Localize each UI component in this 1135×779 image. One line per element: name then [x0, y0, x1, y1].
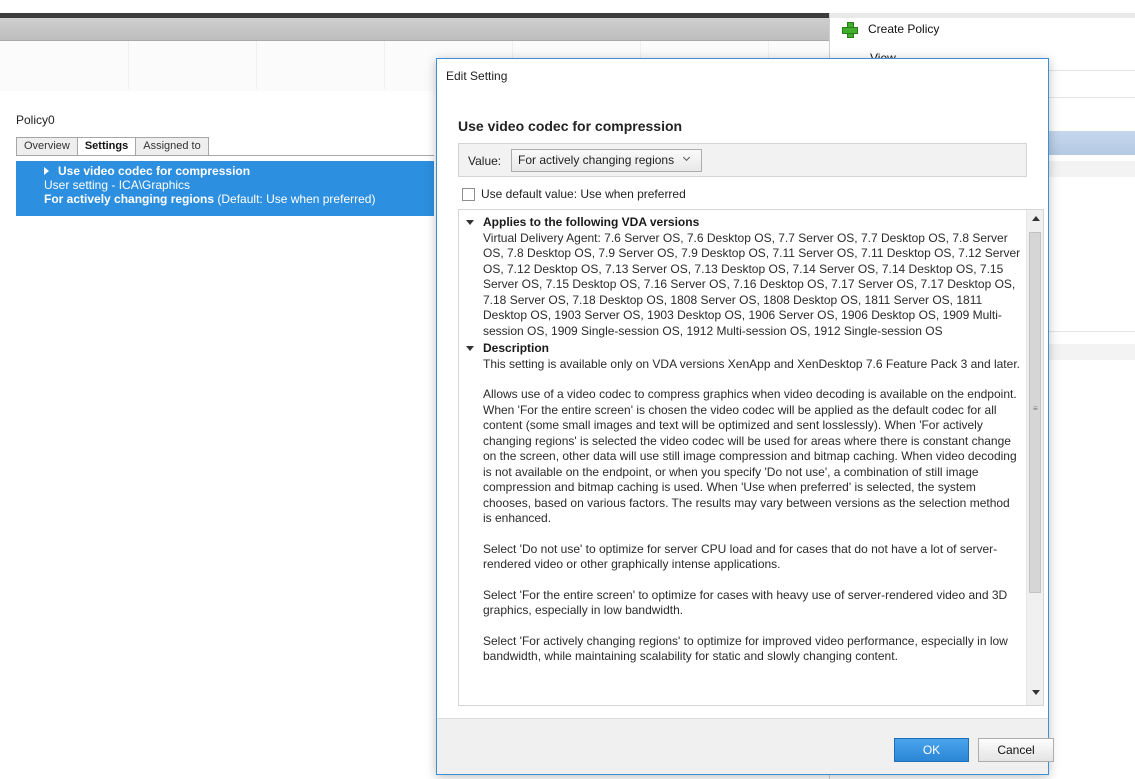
console-toolbar — [0, 18, 829, 41]
selected-setting-row[interactable]: Use video codec for compression User set… — [16, 161, 434, 216]
use-default-checkbox[interactable] — [462, 187, 475, 201]
description-body: This setting is available only on VDA ve… — [466, 357, 1021, 665]
description-panel: Applies to the following VDA versions Vi… — [458, 209, 1044, 706]
description-section-header[interactable]: Description — [466, 341, 1021, 357]
chevron-down-icon — [682, 153, 691, 162]
add-icon — [842, 22, 858, 38]
setting-scope: User setting - ICA\Graphics — [44, 178, 191, 192]
description-paragraph: Select 'For actively changing regions' t… — [483, 633, 1008, 664]
dialog-footer: OK Cancel — [437, 718, 1054, 774]
actions-pane-top — [830, 13, 1135, 18]
scroll-down-icon[interactable] — [1032, 690, 1040, 695]
applies-heading: Applies to the following VDA versions — [483, 215, 700, 229]
value-dropdown[interactable]: For actively changing regions — [511, 149, 702, 172]
description-content: Applies to the following VDA versions Vi… — [459, 210, 1029, 665]
description-paragraph: Select 'For the entire screen' to optimi… — [483, 587, 1008, 618]
tab-overview[interactable]: Overview — [16, 137, 77, 156]
description-heading: Description — [483, 341, 550, 355]
setting-heading: Use video codec for compression — [458, 118, 683, 134]
cancel-button[interactable]: Cancel — [978, 738, 1054, 762]
description-paragraph: Allows use of a video codec to compress … — [483, 387, 1017, 525]
dialog-title: Edit Setting — [446, 69, 508, 83]
collapse-arrow-icon — [466, 220, 474, 225]
tab-assigned-to[interactable]: Assigned to — [135, 137, 209, 156]
applies-section-header[interactable]: Applies to the following VDA versions — [466, 215, 1021, 231]
description-paragraph: Select 'Do not use' to optimize for serv… — [483, 541, 998, 572]
setting-current-value: For actively changing regions — [44, 192, 215, 206]
tab-settings[interactable]: Settings — [76, 137, 136, 156]
ok-button[interactable]: OK — [894, 738, 969, 762]
expand-arrow-icon[interactable] — [44, 167, 49, 175]
policy-name: Policy0 — [16, 113, 55, 127]
policy-tabs: Overview Settings Assigned to — [16, 137, 209, 156]
value-group: Value: For actively changing regions — [458, 143, 1027, 177]
scrollbar-thumb[interactable]: ≡ — [1029, 232, 1041, 593]
create-policy-label: Create Policy — [868, 22, 940, 36]
scroll-up-icon[interactable] — [1032, 216, 1040, 221]
tabs-divider — [16, 155, 434, 156]
collapse-arrow-icon — [466, 346, 474, 351]
setting-default-note: (Default: Use when preferred) — [214, 192, 376, 206]
description-scrollbar[interactable]: ≡ — [1026, 210, 1043, 705]
applies-text: Virtual Delivery Agent: 7.6 Server OS, 7… — [483, 230, 1021, 338]
setting-name: Use video codec for compression — [58, 164, 251, 178]
use-default-label: Use default value: Use when preferred — [481, 187, 686, 201]
grip-icon: ≡ — [1033, 404, 1038, 413]
edit-setting-dialog: Edit Setting Use video codec for compres… — [436, 58, 1054, 775]
value-dropdown-text: For actively changing regions — [518, 153, 675, 167]
setting-value-line: For actively changing regions (Default: … — [44, 192, 434, 206]
use-default-option[interactable]: Use default value: Use when preferred — [462, 187, 686, 201]
create-policy-action[interactable]: Create Policy — [842, 22, 940, 38]
value-label: Value: — [468, 154, 502, 168]
description-paragraph: This setting is available only on VDA ve… — [483, 356, 1020, 371]
